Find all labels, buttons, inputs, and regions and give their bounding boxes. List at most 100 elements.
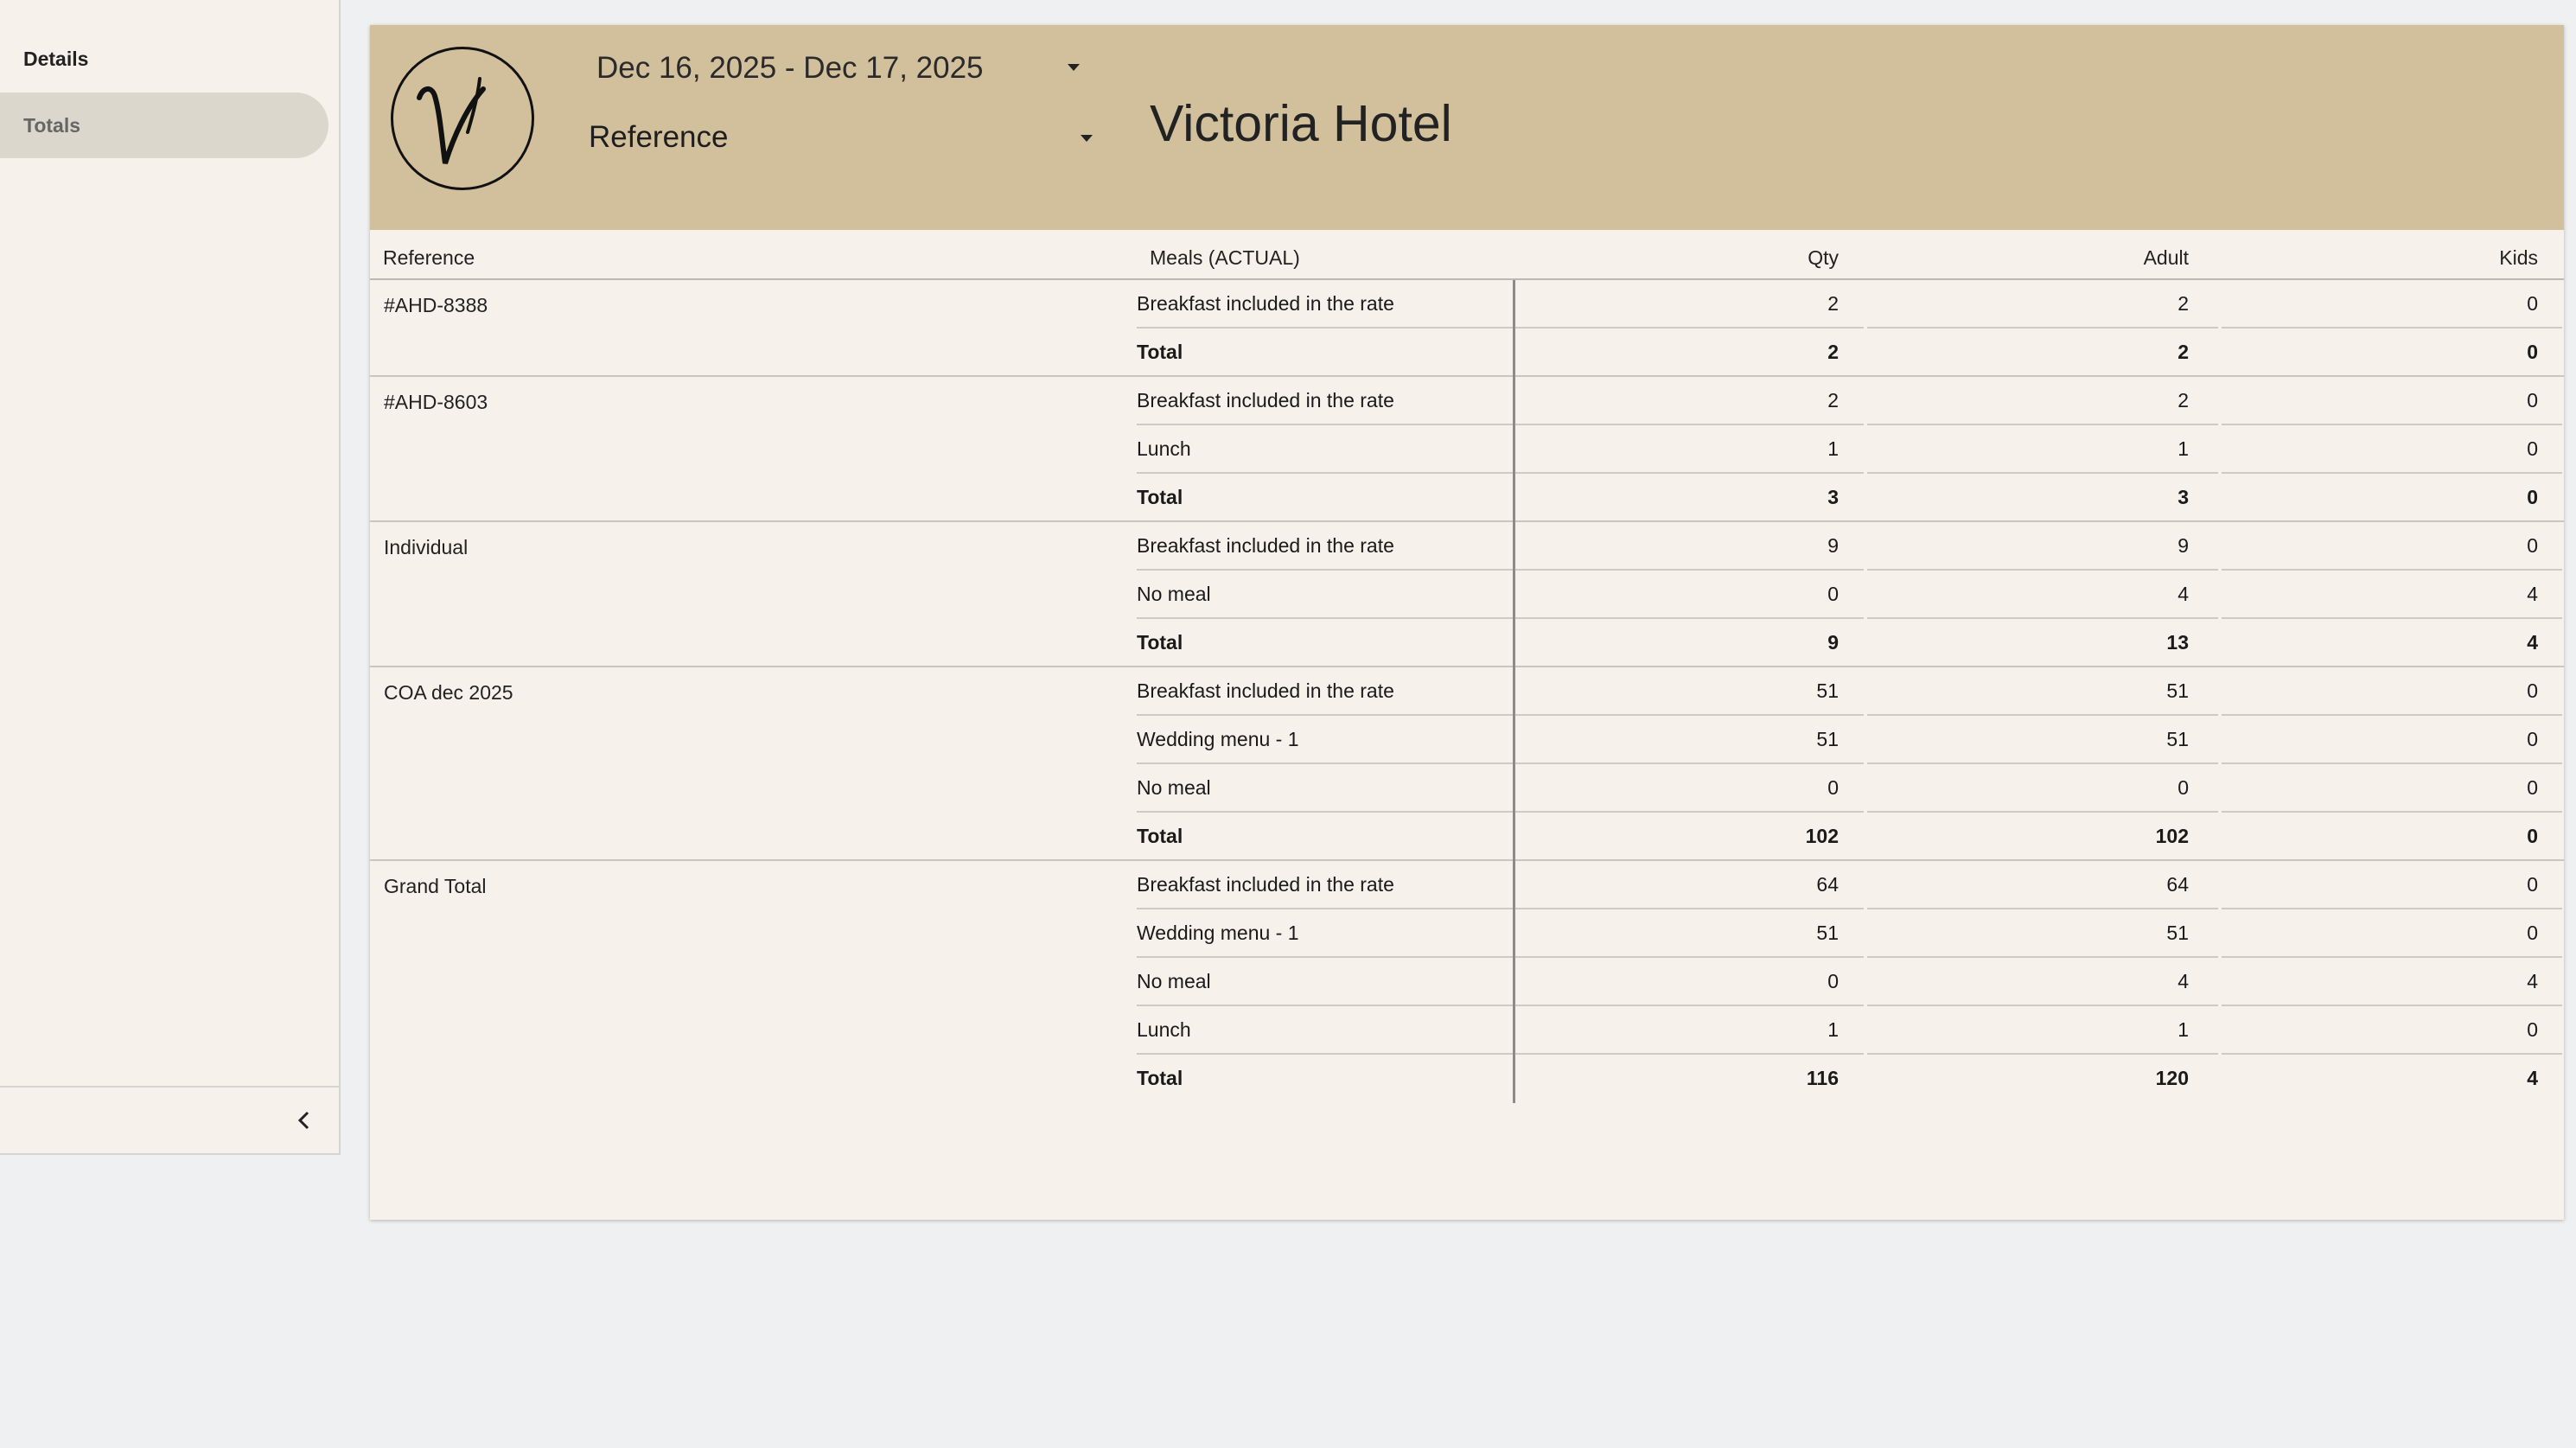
table-row: No meal 0 4 4: [370, 958, 2564, 1006]
column-header-qty: Qty: [1808, 246, 1839, 269]
table-row: Wedding menu - 1 51 51 0: [370, 909, 2564, 958]
table-total-row: Total 9 13 4: [370, 619, 2564, 667]
meal-cell: Breakfast included in the rate: [1137, 873, 1394, 896]
table-row: Breakfast included in the rate 64 64 0: [370, 861, 2564, 909]
qty-cell: 9: [1827, 631, 1839, 654]
qty-cell: 102: [1805, 825, 1839, 847]
adult-cell: 64: [2166, 873, 2189, 896]
meal-cell: No meal: [1137, 970, 1211, 992]
table-row: No meal 0 4 4: [370, 571, 2564, 619]
qty-cell: 0: [1827, 970, 1839, 992]
adult-cell: 9: [2177, 534, 2189, 557]
meal-cell: No meal: [1137, 583, 1211, 605]
meal-cell: Total: [1137, 825, 1183, 847]
qty-cell: 64: [1816, 873, 1839, 896]
table-row: Breakfast included in the rate 2 2 0: [370, 377, 2564, 425]
meal-cell: Total: [1137, 486, 1183, 508]
table-row: Breakfast included in the rate 9 9 0: [370, 522, 2564, 571]
kids-cell: 0: [2527, 486, 2538, 508]
meal-cell: Wedding menu - 1: [1137, 922, 1299, 944]
group-by-value: Reference: [589, 120, 729, 154]
adult-cell: 4: [2177, 970, 2189, 992]
table-total-row: Total 116 120 4: [370, 1055, 2564, 1103]
sidebar-item-label: Details: [23, 47, 89, 70]
sidebar-item-totals[interactable]: Totals: [0, 92, 328, 158]
collapse-sidebar-button[interactable]: [289, 1105, 320, 1136]
meal-cell: No meal: [1137, 776, 1211, 799]
qty-cell: 51: [1816, 922, 1839, 944]
qty-cell: 1: [1827, 437, 1839, 460]
kids-cell: 0: [2527, 728, 2538, 750]
kids-cell: 0: [2527, 922, 2538, 944]
meal-cell: Breakfast included in the rate: [1137, 389, 1394, 411]
qty-cell: 3: [1827, 486, 1839, 508]
adult-cell: 102: [2155, 825, 2189, 847]
qty-cell: 0: [1827, 776, 1839, 799]
adult-cell: 13: [2166, 631, 2189, 654]
meal-cell: Lunch: [1137, 437, 1191, 460]
meal-cell: Breakfast included in the rate: [1137, 292, 1394, 315]
table-header: Reference Meals (ACTUAL) Qty Adult Kids: [370, 230, 2564, 280]
table-row: Breakfast included in the rate 2 2 0: [370, 280, 2564, 329]
qty-cell: 2: [1827, 341, 1839, 363]
meal-cell: Wedding menu - 1: [1137, 728, 1299, 750]
meal-cell: Total: [1137, 1067, 1183, 1089]
caret-down-icon: [1068, 64, 1080, 71]
meal-cell: Lunch: [1137, 1018, 1191, 1041]
kids-cell: 4: [2527, 970, 2538, 992]
kids-cell: 4: [2527, 631, 2538, 654]
qty-cell: 2: [1827, 389, 1839, 411]
column-header-kids: Kids: [2499, 246, 2538, 269]
column-header-meals: Meals (ACTUAL): [1150, 246, 1300, 269]
table-total-row: Total 2 2 0: [370, 329, 2564, 377]
qty-cell: 9: [1827, 534, 1839, 557]
hotel-logo-icon: [417, 77, 486, 164]
date-range-select[interactable]: Dec 16, 2025 - Dec 17, 2025: [596, 42, 1081, 94]
sidebar-item-details[interactable]: Details: [0, 26, 328, 92]
column-header-reference: Reference: [383, 246, 475, 269]
kids-cell: 0: [2527, 292, 2538, 315]
kids-cell: 0: [2527, 825, 2538, 847]
adult-cell: 2: [2177, 292, 2189, 315]
table-group: Individual Breakfast included in the rate…: [370, 522, 2564, 667]
caret-down-icon: [1081, 135, 1093, 142]
adult-cell: 2: [2177, 341, 2189, 363]
table-group: COA dec 2025 Breakfast included in the ra…: [370, 667, 2564, 861]
adult-cell: 3: [2177, 486, 2189, 508]
kids-cell: 0: [2527, 534, 2538, 557]
adult-cell: 0: [2177, 776, 2189, 799]
adult-cell: 51: [2166, 679, 2189, 702]
meal-cell: Total: [1137, 631, 1183, 654]
table-group: #AHD-8603 Breakfast included in the rate 2…: [370, 377, 2564, 522]
kids-cell: 0: [2527, 873, 2538, 896]
kids-cell: 0: [2527, 776, 2538, 799]
hotel-logo: [391, 47, 534, 190]
kids-cell: 0: [2527, 341, 2538, 363]
sidebar-item-label: Totals: [23, 113, 81, 137]
report-card: Dec 16, 2025 - Dec 17, 2025 Reference Vi…: [370, 25, 2564, 1220]
table-row: Lunch 1 1 0: [370, 425, 2564, 474]
meal-cell: Breakfast included in the rate: [1137, 534, 1394, 557]
meal-cell: Breakfast included in the rate: [1137, 679, 1394, 702]
table-row: Wedding menu - 1 51 51 0: [370, 716, 2564, 764]
date-range-value: Dec 16, 2025 - Dec 17, 2025: [596, 51, 984, 85]
qty-cell: 51: [1816, 679, 1839, 702]
kids-cell: 4: [2527, 583, 2538, 605]
adult-cell: 1: [2177, 1018, 2189, 1041]
qty-cell: 116: [1806, 1067, 1839, 1089]
kids-cell: 0: [2527, 1018, 2538, 1041]
adult-cell: 4: [2177, 583, 2189, 605]
adult-cell: 120: [2155, 1067, 2189, 1089]
qty-cell: 2: [1827, 292, 1839, 315]
table-total-row: Total 102 102 0: [370, 813, 2564, 861]
table-row: Breakfast included in the rate 51 51 0: [370, 667, 2564, 716]
table-total-row: Total 3 3 0: [370, 474, 2564, 522]
meal-cell: Total: [1137, 341, 1183, 363]
adult-cell: 1: [2177, 437, 2189, 460]
chevron-left-icon: [297, 1111, 309, 1130]
qty-cell: 1: [1827, 1018, 1839, 1041]
kids-cell: 0: [2527, 437, 2538, 460]
adult-cell: 51: [2166, 728, 2189, 750]
group-by-select[interactable]: Reference: [589, 110, 1094, 165]
qty-cell: 51: [1816, 728, 1839, 750]
